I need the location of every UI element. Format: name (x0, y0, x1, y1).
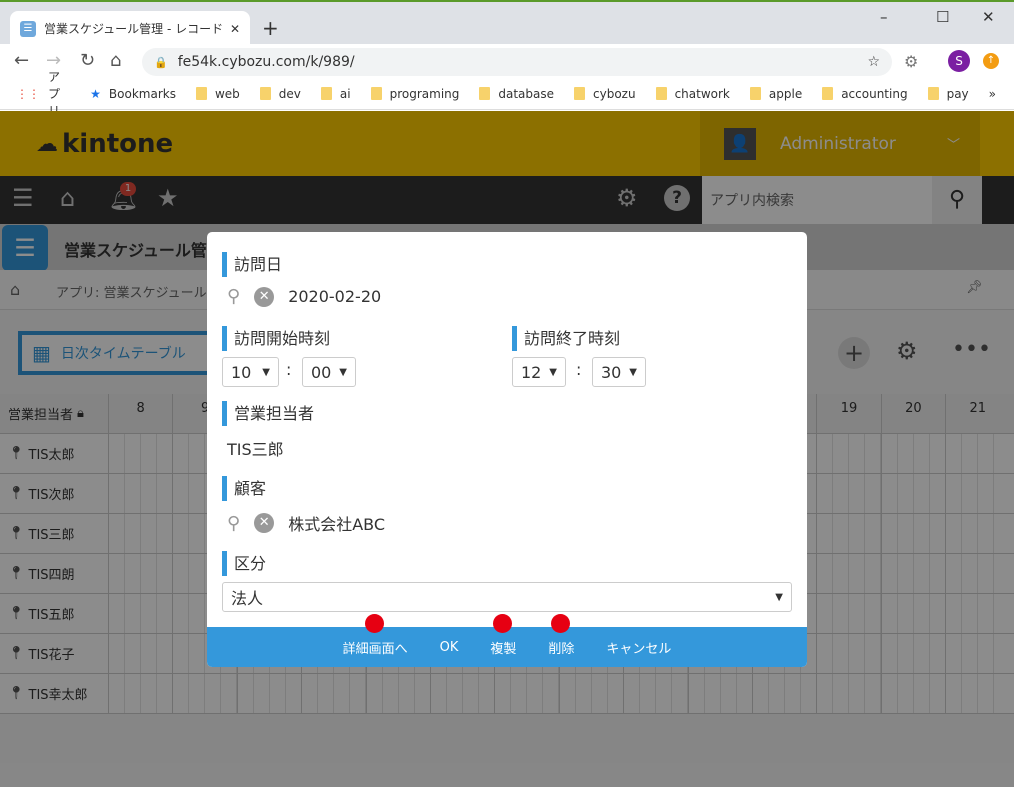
search-icon[interactable]: ⚲ (227, 513, 240, 534)
end-time-label: 訪問終了時刻 (512, 326, 620, 351)
more-bookmarks-icon[interactable]: » (989, 87, 996, 101)
address-bar-row: ← → ↻ ⌂ 🔒 fe54k.cybozu.com/k/989/ ☆ ⚙ S … (0, 44, 1014, 78)
bookmark-folder[interactable]: dev (259, 86, 301, 101)
bookmark-label: apple (768, 86, 803, 101)
select-value: 00 (311, 362, 332, 382)
bookmark-folder[interactable]: web (195, 86, 240, 101)
visit-date-value: 2020-02-20 (288, 287, 382, 306)
clear-icon[interactable]: ✕ (254, 286, 275, 307)
marker-dot (493, 614, 512, 633)
dropdown-arrow-icon: ▼ (629, 366, 637, 378)
category-label: 区分 (222, 551, 266, 576)
visit-date-label: 訪問日 (222, 252, 282, 277)
detail-view-button[interactable]: 詳細画面へ (343, 638, 408, 657)
bookmark-label: Bookmarks (108, 86, 176, 101)
copy-button[interactable]: 複製 (490, 638, 516, 657)
folder-icon (655, 87, 667, 100)
reload-icon[interactable]: ↻ (80, 50, 95, 71)
time-separator: : (576, 360, 582, 379)
close-window-button[interactable]: ✕ (982, 8, 995, 26)
bookmark-label: chatwork (674, 86, 730, 101)
close-tab-icon[interactable]: ✕ (230, 22, 240, 36)
app-favicon-icon: ☰ (20, 20, 36, 37)
dropdown-arrow-icon: ▼ (549, 366, 557, 378)
bookmarks-bar: ⋮⋮アプリ ★Bookmarks web dev ai programing d… (0, 70, 1014, 118)
ok-button[interactable]: OK (440, 640, 459, 655)
select-value: 10 (231, 362, 252, 382)
dropdown-arrow-icon: ▼ (262, 366, 270, 378)
folder-icon (574, 87, 586, 100)
bookmark-label: pay (946, 86, 969, 101)
maximize-button[interactable]: ☐ (936, 8, 949, 26)
cancel-button[interactable]: キャンセル (606, 638, 671, 657)
customer-value: 株式会社ABC (288, 515, 386, 534)
folder-icon (822, 87, 834, 100)
dropdown-arrow-icon: ▼ (775, 591, 783, 603)
home-icon[interactable]: ⌂ (110, 50, 121, 71)
record-edit-dialog: 訪問日 ⚲ ✕ 2020-02-20 訪問開始時刻 10 ▼ : 00 ▼ 訪問終了… (207, 232, 807, 667)
bookmark-label: accounting (841, 86, 908, 101)
sales-rep-value: TIS三郎 (227, 440, 284, 459)
folder-icon (749, 87, 761, 100)
lock-icon: 🔒 (154, 55, 168, 69)
profile-avatar[interactable]: S (948, 50, 970, 72)
marker-dot (365, 614, 384, 633)
bookmark-folder[interactable]: programing (370, 86, 460, 101)
star-icon[interactable]: ☆ (867, 54, 880, 70)
extension-gear-icon[interactable]: ⚙ (904, 52, 918, 71)
browser-tab[interactable]: ☰ 営業スケジュール管理 - レコードの一覧 ✕ (10, 11, 250, 46)
select-value: 30 (601, 362, 622, 382)
marker-dot (551, 614, 570, 633)
start-minute-select[interactable]: 00 ▼ (302, 357, 356, 387)
dialog-footer: 詳細画面へ OK 複製 削除 キャンセル (207, 627, 807, 667)
dropdown-arrow-icon: ▼ (339, 366, 347, 378)
bookmark-label: cybozu (593, 86, 636, 101)
delete-button[interactable]: 削除 (548, 638, 574, 657)
end-hour-select[interactable]: 12 ▼ (512, 357, 566, 387)
update-icon[interactable]: ↑ (983, 53, 999, 69)
bookmark-folder[interactable]: database (479, 87, 554, 101)
bookmark-folder[interactable]: ai (320, 86, 351, 101)
tab-title: 営業スケジュール管理 - レコードの一覧 (44, 22, 222, 36)
bookmark-label: database (498, 86, 555, 101)
start-time-label: 訪問開始時刻 (222, 326, 330, 351)
url-input[interactable]: 🔒 fe54k.cybozu.com/k/989/ ☆ (142, 48, 892, 76)
folder-icon (320, 87, 332, 100)
folder-icon (370, 87, 382, 100)
bookmark-folder[interactable]: cybozu (574, 87, 636, 101)
select-value: 法人 (231, 589, 264, 608)
bookmark-label: ai (339, 86, 351, 101)
customer-label: 顧客 (222, 476, 266, 501)
folder-icon (195, 87, 207, 100)
start-hour-select[interactable]: 10 ▼ (222, 357, 279, 387)
clear-icon[interactable]: ✕ (254, 513, 275, 533)
select-value: 12 (521, 362, 542, 382)
bookmark-label: web (214, 86, 240, 101)
new-tab-button[interactable]: + (262, 16, 279, 40)
search-icon[interactable]: ⚲ (227, 286, 240, 307)
bookmark-folder[interactable]: chatwork (655, 86, 730, 101)
category-select[interactable]: 法人 ▼ (222, 582, 792, 612)
bookmark-folder[interactable]: apple (749, 86, 803, 101)
browser-tabbar: ☰ 営業スケジュール管理 - レコードの一覧 ✕ + – ☐ ✕ (0, 0, 1014, 46)
time-separator: : (286, 360, 292, 379)
folder-icon (927, 87, 939, 100)
star-icon: ★ (90, 86, 101, 101)
sales-rep-label: 営業担当者 (222, 401, 314, 426)
bookmark-folder[interactable]: pay (927, 86, 969, 101)
end-minute-select[interactable]: 30 ▼ (592, 357, 646, 387)
bookmark-label: programing (389, 86, 460, 101)
folder-icon (259, 87, 271, 100)
apps-grid-icon: ⋮⋮ (16, 86, 40, 101)
folder-icon (479, 87, 491, 100)
bookmark-label: dev (278, 86, 301, 101)
bookmark-folder[interactable]: accounting (822, 86, 908, 101)
url-text: fe54k.cybozu.com/k/989/ (177, 54, 355, 70)
minimize-button[interactable]: – (880, 8, 888, 26)
bookmark-bookmarks[interactable]: ★ Bookmarks (90, 87, 176, 101)
